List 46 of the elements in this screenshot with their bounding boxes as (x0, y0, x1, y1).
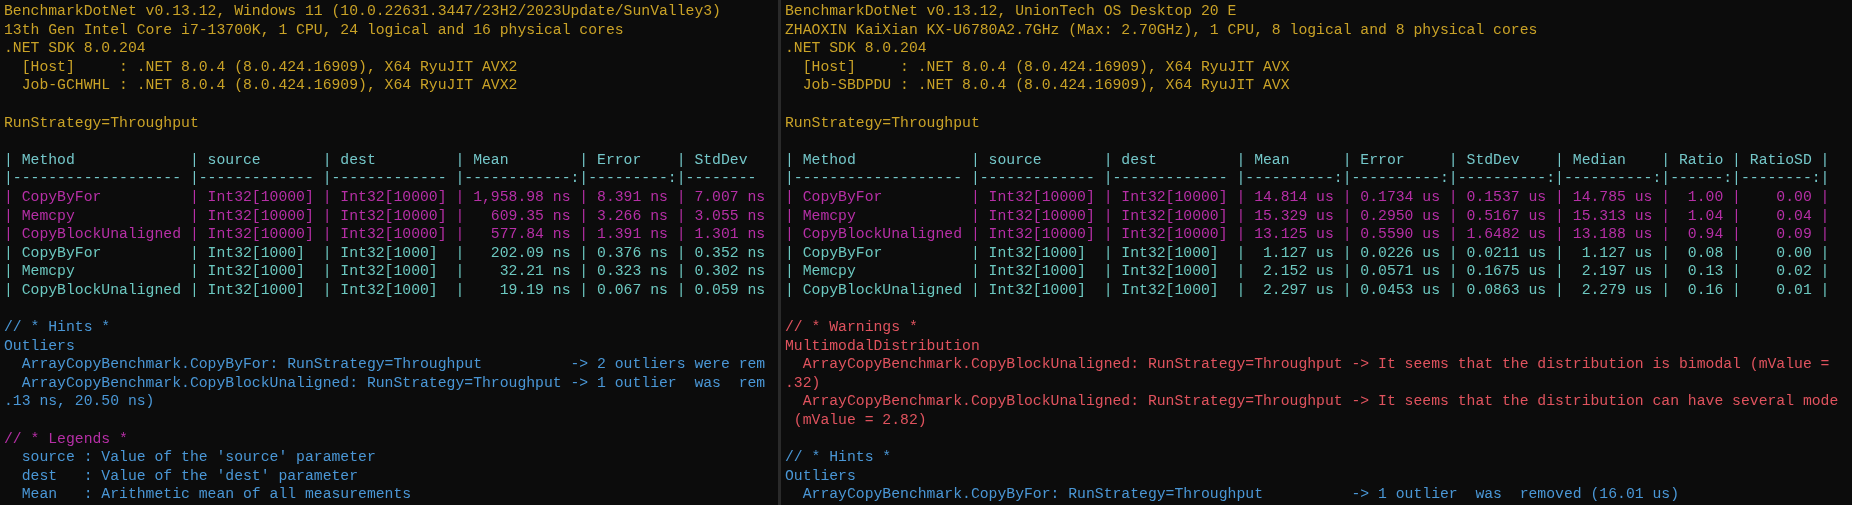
terminal-line: [Host] : .NET 8.0.4 (8.0.424.16909), X64 RyuJIT AVX2 (20, 57, 518, 77)
table-row: | Memcpy | Int32[10000] | Int32[10000] | 15.329 us | 0.2950 us | 0.5167 us | 15.313 us | 1.04 | 0.04 | (785, 206, 1830, 226)
table-header: | Method | source | dest | Mean | Error | StdDev | Median | Ratio | RatioSD | (785, 150, 1830, 170)
table-row: | CopyByFor | Int32[1000] | Int32[1000] | 202.09 ns | 0.376 ns | 0.352 ns (4, 243, 766, 263)
table-row: | CopyByFor | Int32[10000] | Int32[10000] | 14.814 us | 0.1734 us | 0.1537 us | 14.785 us | 1.00 | 0.00 | (785, 187, 1830, 207)
table-row: | CopyBlockUnaligned | Int32[1000] | Int32[1000] | 2.297 us | 0.0453 us | 0.0863 us | 2.279 us | 0.16 | 0.01 | (785, 280, 1830, 300)
terminal-line: RunStrategy=Throughput (785, 113, 980, 133)
terminal-line: RunStrategy=Throughput (4, 113, 199, 133)
terminal-line: // * Hints * (4, 318, 111, 337)
terminal-line: Job-SBDPDU : .NET 8.0.4 (8.0.424.16909), X64 RyuJIT AVX (801, 76, 1290, 95)
terminal-line: // * Legends * (4, 429, 128, 449)
terminal-line: Outliers (4, 336, 75, 356)
terminal-line: source : Value of the 'source' parameter (20, 448, 376, 467)
terminal-line: [Host] : .NET 8.0.4 (8.0.424.16909), X64 RyuJIT AVX (801, 57, 1290, 77)
terminal-line: .13 ns, 20.50 ns) (4, 392, 155, 412)
terminal-line: MultimodalDistribution (785, 336, 980, 356)
table-row: | CopyBlockUnaligned | Int32[1000] | Int32[1000] | 19.19 ns | 0.067 ns | 0.059 ns (4, 280, 766, 300)
table-header: |------------------- |------------- |------------- |----------:|----------:|----------:|----------:|------:|--------:| (785, 169, 1830, 188)
terminal-line: BenchmarkDotNet v0.13.12, UnionTech OS Desktop 20 E (785, 2, 1237, 21)
table-row: | CopyBlockUnaligned | Int32[10000] | Int32[10000] | 13.125 us | 0.5590 us | 1.6482 us | 13.188 us | 0.94 | 0.09 | (785, 225, 1830, 244)
terminal-line: ZHAOXIN KaiXian KX-U6780A2.7GHz (Max: 2.70GHz), 1 CPU, 8 logical and 8 physical cores (785, 20, 1538, 40)
table-row: | CopyBlockUnaligned | Int32[10000] | Int32[10000] | 577.84 ns | 1.391 ns | 1.301 ns (4, 225, 766, 244)
terminal-line: ArrayCopyBenchmark.CopyByFor: RunStrategy=Throughput -> 2 outliers were rem (20, 355, 766, 374)
terminal-line: .NET SDK 8.0.204 (785, 39, 927, 58)
terminal-line: ArrayCopyBenchmark.CopyByFor: RunStrategy=Throughput -> 1 outlier was removed (16.01 us) (801, 485, 1679, 505)
table-row: | Memcpy | Int32[1000] | Int32[1000] | 2.152 us | 0.0571 us | 0.1675 us | 2.197 us | 0.13 | 0.02 | (785, 262, 1830, 281)
terminal-line: Outliers (785, 466, 856, 486)
terminal-line: dest : Value of the 'dest' parameter (20, 466, 359, 486)
terminal-line: .NET SDK 8.0.204 (4, 39, 146, 58)
terminal-line: // * Warnings * (785, 318, 918, 337)
table-header: | Method | source | dest | Mean | Error | StdDev (4, 150, 748, 170)
terminal-line: 13th Gen Intel Core i7-13700K, 1 CPU, 24 logical and 16 physical cores (4, 20, 624, 40)
terminal-line: // * Hints * (785, 448, 892, 467)
terminal-line: Job-GCHWHL : .NET 8.0.4 (8.0.424.16909), X64 RyuJIT AVX2 (20, 76, 518, 95)
table-row: | Memcpy | Int32[1000] | Int32[1000] | 32.21 ns | 0.323 ns | 0.302 ns (4, 262, 766, 281)
terminal-line: .32) (785, 373, 821, 393)
terminal-line: (mValue = 2.82) (792, 411, 927, 430)
terminal-line: Mean : Arithmetic mean of all measurements (20, 485, 412, 505)
terminal-line: BenchmarkDotNet v0.13.12, Windows 11 (10.0.22631.3447/23H2/2023Update/SunValley3) (4, 2, 721, 21)
terminal-line: ArrayCopyBenchmark.CopyBlockUnaligned: RunStrategy=Throughput -> 1 outlier was rem (20, 373, 766, 393)
table-row: | CopyByFor | Int32[10000] | Int32[10000] | 1,958.98 ns | 8.391 ns | 7.007 ns (4, 187, 766, 207)
table-row: | CopyByFor | Int32[1000] | Int32[1000] | 1.127 us | 0.0226 us | 0.0211 us | 1.127 us | 0.08 | 0.00 | (785, 243, 1830, 263)
terminal-line: ArrayCopyBenchmark.CopyBlockUnaligned: RunStrategy=Throughput -> It seems that the distribution is bimodal (mValue = (801, 355, 1830, 374)
terminal-line: ArrayCopyBenchmark.CopyBlockUnaligned: RunStrategy=Throughput -> It seems that the distribution can have several mode (801, 392, 1839, 412)
table-header: |------------------- |------------- |------------- |------------:|---------:|-------- (4, 169, 757, 188)
table-row: | Memcpy | Int32[10000] | Int32[10000] | 609.35 ns | 3.266 ns | 3.055 ns (4, 206, 766, 226)
